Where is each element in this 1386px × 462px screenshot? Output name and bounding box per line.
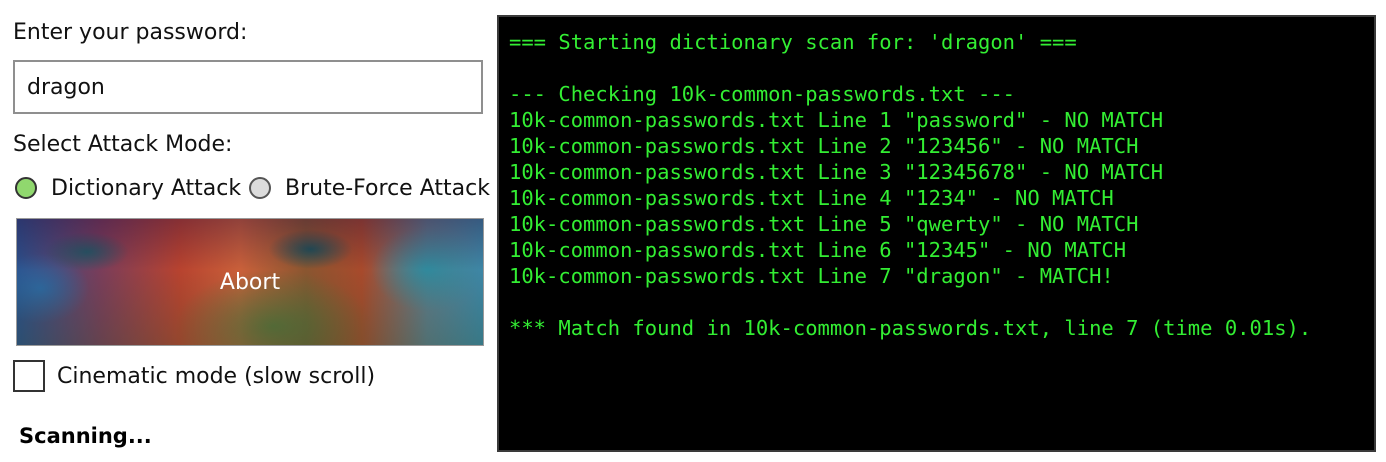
- terminal-line: --- Checking 10k-common-passwords.txt --…: [509, 82, 1016, 106]
- radio-dictionary-attack[interactable]: Dictionary Attack: [15, 173, 241, 203]
- checkbox-unchecked-icon: [13, 360, 45, 392]
- terminal-line: 10k-common-passwords.txt Line 6 "12345" …: [509, 238, 1127, 262]
- terminal-line: 10k-common-passwords.txt Line 5 "qwerty"…: [509, 212, 1139, 236]
- cinematic-mode-label: Cinematic mode (slow scroll): [57, 363, 376, 389]
- radio-brute-force-attack[interactable]: Brute-Force Attack: [249, 173, 490, 203]
- radio-brute-force-label: Brute-Force Attack: [285, 175, 490, 201]
- abort-button-label: Abort: [219, 269, 281, 295]
- terminal-line: 10k-common-passwords.txt Line 3 "1234567…: [509, 160, 1164, 184]
- terminal-line: 10k-common-passwords.txt Line 4 "1234" -…: [509, 186, 1114, 210]
- password-label: Enter your password:: [13, 20, 248, 45]
- terminal-output[interactable]: === Starting dictionary scan for: 'drago…: [497, 15, 1376, 452]
- radio-unselected-icon: [249, 177, 271, 199]
- attack-mode-label: Select Attack Mode:: [13, 132, 233, 157]
- cinematic-mode-checkbox[interactable]: Cinematic mode (slow scroll): [13, 360, 375, 392]
- control-panel: Enter your password: Select Attack Mode:…: [0, 0, 495, 462]
- status-text: Scanning...: [19, 424, 152, 448]
- password-input[interactable]: [13, 60, 483, 114]
- terminal-line: 10k-common-passwords.txt Line 1 "passwor…: [509, 108, 1164, 132]
- abort-button[interactable]: Abort: [16, 218, 484, 346]
- terminal-line: === Starting dictionary scan for: 'drago…: [509, 30, 1077, 54]
- terminal-line: 10k-common-passwords.txt Line 7 "dragon"…: [509, 264, 1114, 288]
- terminal-line: 10k-common-passwords.txt Line 2 "123456"…: [509, 134, 1139, 158]
- radio-dictionary-label: Dictionary Attack: [51, 175, 242, 201]
- radio-selected-icon: [15, 177, 37, 199]
- terminal-line: *** Match found in 10k-common-passwords.…: [509, 316, 1312, 340]
